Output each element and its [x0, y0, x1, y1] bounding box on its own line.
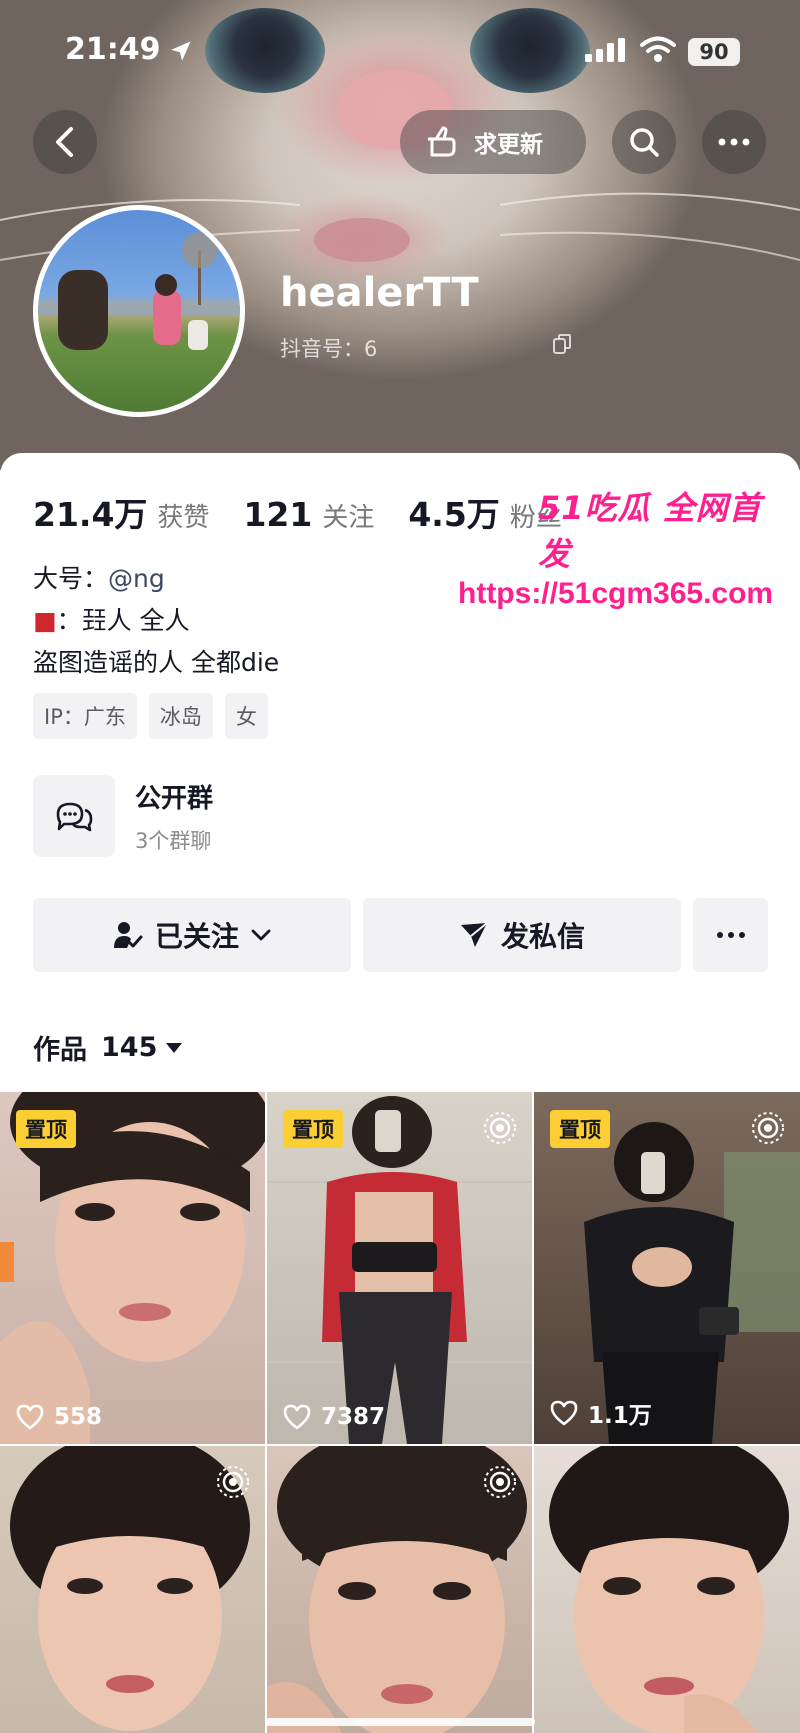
- live-photo-icon: [752, 1112, 784, 1144]
- chevron-left-icon: [56, 127, 73, 157]
- chevron-down-icon: [251, 929, 271, 941]
- heart-icon: [550, 1400, 578, 1426]
- live-photo-icon: [484, 1112, 516, 1144]
- watermark: 51吃瓜 全网首发 https://51cgm365.com: [458, 483, 778, 611]
- public-group-entry[interactable]: 公开群 3个群聊: [33, 775, 213, 857]
- bio-line-1: 大号：@ng: [33, 558, 279, 600]
- request-update-button[interactable]: 求更新: [400, 110, 586, 174]
- home-indicator[interactable]: [265, 1718, 535, 1726]
- bio-prefix: 大号：: [33, 564, 109, 593]
- bio-line-3: 盗图造谣的人 全都die: [33, 648, 280, 677]
- back-button[interactable]: [33, 110, 97, 174]
- stat-likes: 21.4万 获赞: [33, 488, 209, 536]
- profile-tags: IP：广东 冰岛 女: [33, 693, 268, 739]
- avatar-photo: [38, 232, 240, 350]
- video-tile[interactable]: 置顶 7387: [267, 1092, 532, 1444]
- tag-location: 冰岛: [148, 693, 213, 739]
- tag-ip: IP：广东: [33, 693, 137, 739]
- watermark-title: 51吃瓜 全网首发: [538, 489, 762, 573]
- tag-gender: 女: [224, 693, 268, 739]
- stat-following[interactable]: 121 关注: [243, 495, 374, 534]
- like-count-value: 558: [54, 1404, 103, 1430]
- video-tile[interactable]: 置顶 558: [0, 1092, 265, 1444]
- heart-icon: [16, 1404, 44, 1430]
- pinned-badge: 置顶: [283, 1110, 343, 1148]
- red-scarf-icon: ■: [33, 606, 57, 635]
- more-dots-icon: [718, 138, 750, 146]
- wifi-icon: [640, 36, 676, 62]
- location-arrow-icon: [171, 41, 191, 61]
- chat-bubbles-icon: [56, 802, 93, 832]
- cellular-signal-icon: [585, 38, 625, 62]
- bio-handle-link[interactable]: @ng: [108, 564, 165, 593]
- like-count: 7387: [283, 1404, 385, 1430]
- more-actions-button[interactable]: [693, 898, 768, 972]
- works-tab[interactable]: 作品 145: [33, 1028, 183, 1067]
- search-button[interactable]: [612, 110, 676, 174]
- status-time: 21:49: [65, 32, 161, 67]
- send-message-button[interactable]: 发私信: [363, 898, 681, 972]
- pointing-hand-icon: [428, 126, 456, 157]
- more-dots-icon: [716, 932, 745, 938]
- pinned-badge: 置顶: [16, 1110, 76, 1148]
- like-count-value: 7387: [321, 1404, 386, 1430]
- bio-line-2-text: ：㠭人 全人: [56, 606, 190, 635]
- stat-following-number: 121: [243, 495, 313, 534]
- send-message-label: 发私信: [500, 920, 585, 953]
- stat-likes-number: 21.4万: [33, 495, 148, 534]
- video-tile[interactable]: [267, 1446, 532, 1733]
- like-count-value: 1.1万: [588, 1403, 652, 1429]
- works-count: 145: [101, 1032, 158, 1063]
- search-icon: [630, 128, 659, 157]
- pinned-badge: 置顶: [550, 1110, 610, 1148]
- douyin-id: 抖音号：6: [280, 337, 378, 361]
- group-text: 公开群 3个群聊: [135, 778, 213, 855]
- bio-line-2: ■：㠭人 全人: [33, 600, 279, 642]
- battery-indicator: 90: [688, 38, 740, 66]
- copy-icon[interactable]: [552, 333, 572, 355]
- request-update-label: 求更新: [474, 132, 543, 158]
- heart-icon: [283, 1404, 311, 1430]
- video-tile[interactable]: [0, 1446, 265, 1733]
- send-paper-plane-icon: [460, 922, 488, 947]
- group-subtitle: 3个群聊: [135, 828, 212, 853]
- video-thumbnail: [549, 1446, 789, 1733]
- profile-bio: 大号：@ng ■：㠭人 全人 盗图造谣的人 全都die: [33, 558, 279, 684]
- group-chat-icon-box: [33, 775, 115, 857]
- group-title: 公开群: [135, 783, 214, 814]
- like-count: 1.1万: [550, 1396, 652, 1430]
- stat-likes-label: 获赞: [157, 503, 210, 533]
- stat-following-label: 关注: [322, 503, 375, 533]
- following-label: 已关注: [154, 920, 239, 953]
- avatar[interactable]: [33, 205, 245, 417]
- user-check-icon: [113, 922, 143, 948]
- profile-username: healerTT: [280, 270, 479, 316]
- works-label: 作品: [33, 1035, 87, 1066]
- watermark-url: https://51cgm365.com: [458, 577, 774, 610]
- live-photo-icon: [217, 1466, 249, 1498]
- caret-down-icon: [166, 1042, 183, 1053]
- following-button[interactable]: 已关注: [33, 898, 351, 972]
- video-tile[interactable]: 置顶 1.1万: [534, 1092, 800, 1444]
- video-grid: 置顶 558 置顶 7387 置顶 1.1万: [0, 1092, 800, 1733]
- like-count: 558: [16, 1404, 102, 1430]
- live-photo-icon: [484, 1466, 516, 1498]
- profile-actions: 已关注 发私信: [33, 898, 768, 972]
- profile-banner: 21:49 90 求更新 healerTT 抖音号：6: [0, 0, 800, 470]
- more-options-button[interactable]: [702, 110, 766, 174]
- video-tile[interactable]: [534, 1446, 800, 1733]
